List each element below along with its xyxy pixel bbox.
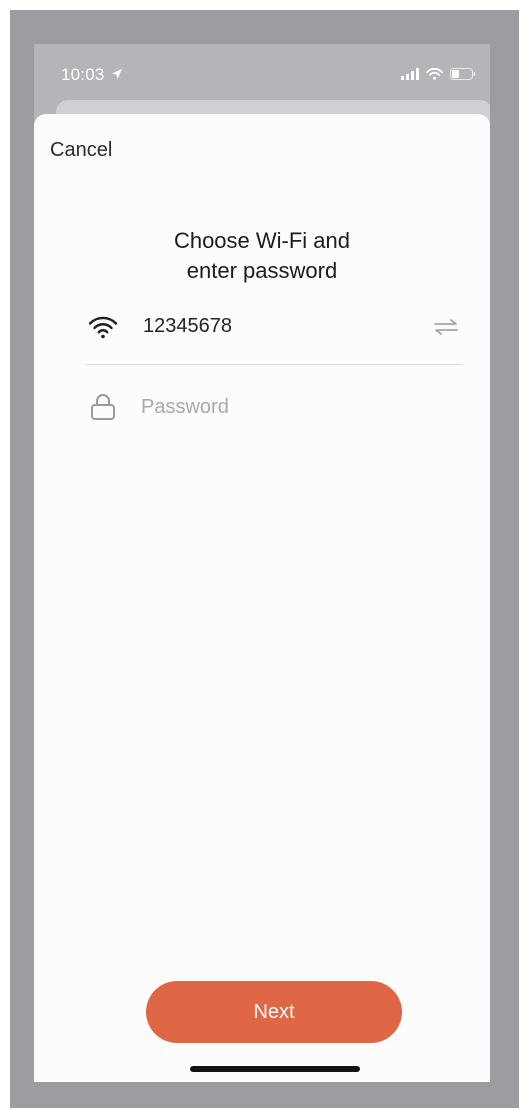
page-title-line2: enter password xyxy=(186,258,338,283)
device-frame: 10:03 Cancel Choose Wi-Fi and enter pass… xyxy=(10,10,519,1108)
wifi-setup-sheet: Cancel Choose Wi-Fi and enter password 1… xyxy=(34,114,490,1082)
wifi-status-icon xyxy=(426,68,443,80)
phone-screen: 10:03 Cancel Choose Wi-Fi and enter pass… xyxy=(34,44,490,1082)
lock-icon xyxy=(86,392,120,422)
location-arrow-icon xyxy=(112,69,123,79)
status-time: 10:03 xyxy=(61,65,123,85)
switch-network-icon[interactable] xyxy=(432,316,460,338)
status-bar: 10:03 xyxy=(34,44,490,104)
next-button[interactable]: Next xyxy=(146,981,402,1043)
battery-icon xyxy=(450,68,476,80)
page-title: Choose Wi-Fi and enter password xyxy=(34,226,490,286)
wifi-ssid: 12345678 xyxy=(143,315,232,337)
password-input[interactable] xyxy=(141,392,441,422)
cellular-signal-icon xyxy=(401,68,419,80)
row-divider xyxy=(86,364,462,365)
password-row[interactable] xyxy=(86,382,462,434)
status-icons xyxy=(401,66,476,82)
cancel-button[interactable]: Cancel xyxy=(50,139,112,162)
page-title-line1: Choose Wi-Fi and xyxy=(173,228,351,253)
wifi-network-row[interactable]: 12345678 xyxy=(86,302,462,354)
home-indicator xyxy=(190,1066,360,1072)
status-time-text: 10:03 xyxy=(61,65,105,84)
wifi-icon xyxy=(86,312,120,342)
